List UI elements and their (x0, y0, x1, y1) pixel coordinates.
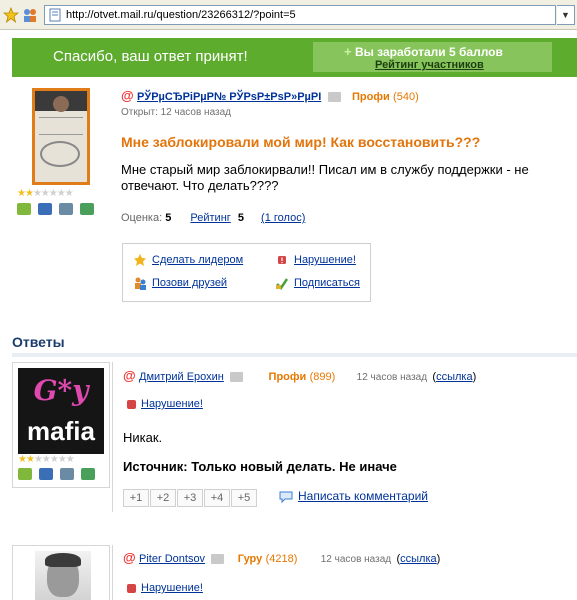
question-title: Мне заблокировали мой мир! Как восстанов… (121, 134, 481, 150)
url-text[interactable]: http://otvet.mail.ru/question/23266312/?… (66, 9, 296, 21)
question-author-stars: ★★★★★★★ (17, 188, 74, 199)
vote-plus-5-button[interactable]: +5 (231, 489, 257, 507)
question-author-avatar[interactable] (32, 88, 90, 185)
vote-plus-2-button[interactable]: +2 (150, 489, 176, 507)
subscribe-icon (276, 278, 289, 290)
answer-permalink[interactable]: ссылка (436, 371, 473, 383)
write-comment-action[interactable]: Написать комментарий (278, 489, 428, 504)
question-author-line: @ РЎРµСЂРіРµР№ РЎРѕР±РѕР»РµРІ Профи (540… (121, 88, 419, 103)
earned-points-text: + Вы заработали 5 баллов (344, 44, 503, 59)
answer-content: @ Дмитрий Ерохин Профи (899) 12 часов на… (112, 362, 577, 512)
vote-plus-1-button[interactable]: +1 (123, 489, 149, 507)
answer-time: 12 часов назад (320, 554, 392, 565)
answer-author-card: G*y mafia ★★★★★★★ (12, 362, 110, 488)
question-author-badges (17, 203, 101, 219)
mail-at-icon: @ (121, 88, 134, 103)
answer-text: Никак. (123, 430, 163, 445)
question-score-line: Оценка: 5 Рейтинг 5 (1 голос) (121, 212, 305, 224)
answer-source: Источник: Только новый делать. Не иначе (123, 459, 397, 474)
answer-author-line: @ Piter Dontsov Гуру (4218) 12 часов наз… (123, 550, 441, 565)
vote-plus-3-button[interactable]: +3 (177, 489, 203, 507)
author-menu-icon[interactable] (211, 553, 225, 564)
violation-action[interactable]: Нарушение! (275, 253, 356, 267)
subscribe-action[interactable]: Подписаться (275, 276, 360, 290)
warning-icon (278, 256, 286, 264)
plus-icon: + (344, 44, 352, 59)
author-menu-icon[interactable] (327, 91, 341, 102)
answer-author-avatar[interactable] (35, 551, 91, 600)
star-icon (134, 254, 146, 266)
score-value: 5 (165, 212, 172, 224)
question-opened-time: Открыт: 12 часов назад (121, 107, 232, 118)
mail-at-icon: @ (123, 368, 136, 383)
answer-author-badges (18, 468, 102, 484)
vote-plus-4-button[interactable]: +4 (204, 489, 230, 507)
answer-content: @ Piter Dontsov Гуру (4218) 12 часов наз… (112, 545, 577, 600)
favorites-star-icon[interactable] (3, 7, 19, 23)
author-menu-icon[interactable] (230, 371, 244, 382)
url-dropdown-button[interactable]: ▼ (557, 5, 575, 25)
answer-author-level: Профи (268, 371, 307, 383)
votes-link[interactable]: (1 голос) (261, 212, 305, 224)
answer-author-points: (899) (309, 371, 336, 383)
answers-divider (12, 353, 577, 357)
warning-icon (127, 399, 136, 409)
answer-permalink[interactable]: ссылка (400, 553, 437, 565)
success-banner: Спасибо, ваш ответ принят! + Вы заработа… (12, 38, 577, 77)
rating-value: 5 (237, 212, 244, 224)
url-input[interactable]: http://otvet.mail.ru/question/23266312/?… (44, 5, 556, 25)
answer-time: 12 часов назад (356, 372, 428, 383)
answer-author-line: @ Дмитрий Ерохин Профи (899) 12 часов на… (123, 368, 477, 383)
question-author-points: (540) (393, 91, 419, 103)
question-actions-box: Сделать лидером Нарушение! Позови друзей… (122, 243, 371, 302)
rating-link[interactable]: Рейтинг участников (375, 59, 484, 71)
question-text: Мне старый мир заблокирвали!! Писал им в… (121, 162, 529, 193)
question-author-name[interactable]: РЎРµСЂРіРµР№ РЎРѕР±РѕР»РµРІ (137, 91, 321, 103)
answer-author-card (12, 545, 110, 600)
users-badge-icon (17, 203, 31, 215)
answer-author-name[interactable]: Piter Dontsov (139, 553, 205, 565)
camera-badge-icon (38, 203, 52, 215)
friends-icon (135, 277, 146, 290)
answer-author-stars: ★★★★★★★ (18, 454, 75, 465)
answer-author-name[interactable]: Дмитрий Ерохин (139, 371, 224, 383)
address-bar: http://otvet.mail.ru/question/23266312/?… (0, 0, 577, 30)
invite-friends-action[interactable]: Позови друзей (133, 276, 227, 290)
answer-author-points: (4218) (265, 553, 298, 565)
users-icon[interactable] (22, 7, 38, 23)
warning-icon (127, 583, 136, 593)
banner-thanks-text: Спасибо, ваш ответ принят! (53, 48, 248, 65)
photo-badge-icon (59, 203, 73, 215)
score-label: Оценка: (121, 212, 163, 224)
pencil-badge-icon (80, 203, 94, 215)
page-icon (49, 8, 61, 22)
earned-points-box: + Вы заработали 5 баллов Рейтинг участни… (313, 42, 552, 72)
answer-author-level: Гуру (237, 553, 263, 565)
answers-heading: Ответы (12, 334, 65, 350)
comment-icon (279, 491, 293, 504)
answer-author-avatar[interactable]: G*y mafia (18, 368, 104, 454)
answer-violation-link[interactable]: Нарушение! (127, 582, 203, 594)
answer-violation-link[interactable]: Нарушение! (127, 398, 203, 410)
make-leader-action[interactable]: Сделать лидером (133, 253, 243, 267)
mail-at-icon: @ (123, 550, 136, 565)
rating-label-link[interactable]: Рейтинг (190, 212, 230, 224)
question-author-level: Профи (351, 91, 390, 103)
